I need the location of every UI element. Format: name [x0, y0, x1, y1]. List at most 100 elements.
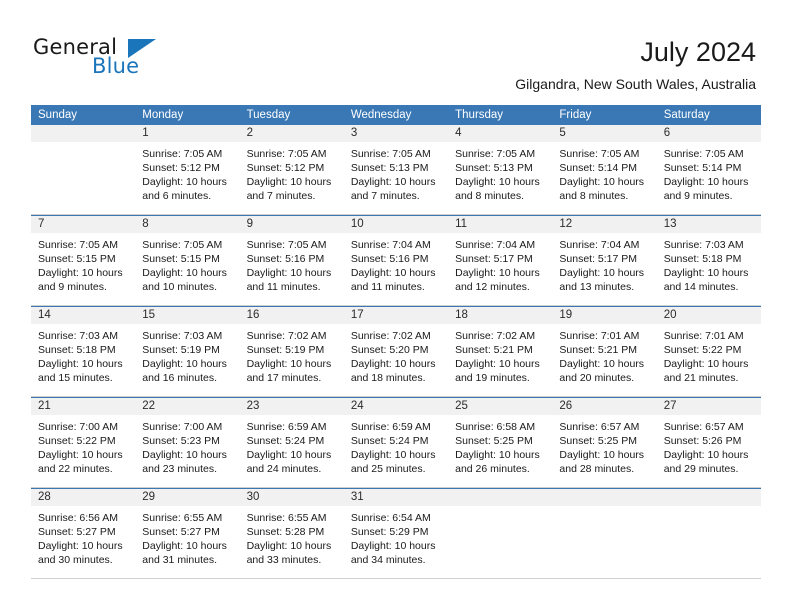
daylight-line: Daylight: 10 hours — [663, 358, 749, 370]
daylight-line-cont: and 29 minutes. — [663, 463, 739, 475]
daylight-line-cont: and 20 minutes. — [559, 372, 635, 384]
page-subtitle: Gilgandra, New South Wales, Australia — [515, 76, 756, 92]
sunrise-line: Sunrise: 6:56 AM — [38, 512, 118, 524]
calendar-day-cell[interactable]: 15 Sunrise: 7:03 AM Sunset: 5:19 PM Dayligh… — [135, 307, 240, 396]
page-title: July 2024 — [640, 37, 756, 67]
day-details: Sunrise: 7:05 AM Sunset: 5:12 PM Daylight:… — [240, 142, 344, 203]
calendar-day-cell[interactable]: 26 Sunrise: 6:57 AM Sunset: 5:25 PM Dayligh… — [552, 398, 657, 487]
calendar-day-cell[interactable]: 2 Sunrise: 7:05 AM Sunset: 5:12 PM Daylight… — [239, 125, 344, 214]
daylight-line-cont: and 33 minutes. — [246, 554, 322, 566]
calendar-week-row: 28 Sunrise: 6:56 AM Sunset: 5:27 PM Dayligh… — [31, 488, 761, 578]
calendar-day-cell[interactable]: 18 Sunrise: 7:02 AM Sunset: 5:21 PM Dayligh… — [448, 307, 553, 396]
calendar-day-cell[interactable]: 6 Sunrise: 7:05 AM Sunset: 5:14 PM Daylight… — [656, 125, 761, 214]
sunrise-line: Sunrise: 6:55 AM — [246, 512, 327, 524]
day-details: Sunrise: 6:58 AM Sunset: 5:25 PM Daylight:… — [448, 415, 552, 476]
day-number-band: 3 — [343, 125, 449, 142]
calendar-day-cell[interactable]: 12 Sunrise: 7:04 AM Sunset: 5:17 PM Dayligh… — [552, 216, 657, 305]
calendar-day-cell[interactable]: 7 Sunrise: 7:05 AM Sunset: 5:15 PM Daylight… — [31, 216, 136, 305]
day-number-band: 13 — [656, 216, 761, 233]
day-number: 5 — [559, 127, 566, 139]
sunrise-line: Sunrise: 7:05 AM — [350, 148, 431, 160]
day-number-band: 9 — [239, 216, 344, 233]
calendar-day-cell[interactable]: 27 Sunrise: 6:57 AM Sunset: 5:26 PM Dayligh… — [656, 398, 761, 487]
day-number-band: 28 — [31, 489, 136, 506]
daylight-line-cont: and 30 minutes. — [38, 554, 113, 566]
sunrise-line: Sunrise: 7:05 AM — [246, 239, 327, 251]
calendar-day-cell[interactable]: 19 Sunrise: 7:01 AM Sunset: 5:21 PM Dayligh… — [552, 307, 657, 396]
day-number-band: 26 — [552, 398, 657, 415]
calendar-day-cell[interactable]: 11 Sunrise: 7:04 AM Sunset: 5:17 PM Dayligh… — [448, 216, 553, 305]
calendar-day-cell-empty — [448, 489, 553, 578]
sunset-line: Sunset: 5:26 PM — [663, 435, 742, 447]
daylight-line-cont: and 15 minutes. — [38, 372, 113, 384]
daylight-line: Daylight: 10 hours — [663, 176, 749, 188]
daylight-line-cont: and 24 minutes. — [246, 463, 322, 475]
daylight-line: Daylight: 10 hours — [559, 358, 645, 370]
day-number-band — [656, 489, 761, 506]
day-number: 22 — [142, 400, 156, 412]
calendar-day-cell[interactable]: 30 Sunrise: 6:55 AM Sunset: 5:28 PM Dayligh… — [239, 489, 344, 578]
sunset-line: Sunset: 5:13 PM — [455, 162, 533, 174]
generalblue-logo[interactable]: General Blue — [33, 36, 173, 84]
calendar-day-cell[interactable]: 20 Sunrise: 7:01 AM Sunset: 5:22 PM Dayligh… — [656, 307, 761, 396]
sunset-line: Sunset: 5:24 PM — [350, 435, 429, 447]
day-number-band: 20 — [656, 307, 761, 324]
calendar-day-cell[interactable]: 24 Sunrise: 6:59 AM Sunset: 5:24 PM Dayligh… — [343, 398, 449, 487]
daylight-line: Daylight: 10 hours — [455, 358, 540, 370]
calendar-day-cell[interactable]: 28 Sunrise: 6:56 AM Sunset: 5:27 PM Dayligh… — [31, 489, 136, 578]
day-number: 4 — [455, 127, 462, 139]
calendar-day-cell[interactable]: 5 Sunrise: 7:05 AM Sunset: 5:14 PM Daylight… — [552, 125, 657, 214]
day-number: 2 — [246, 127, 253, 139]
sunset-line: Sunset: 5:21 PM — [559, 344, 638, 356]
daylight-line: Daylight: 10 hours — [142, 540, 227, 552]
calendar-day-cell[interactable]: 16 Sunrise: 7:02 AM Sunset: 5:19 PM Dayligh… — [239, 307, 344, 396]
sunset-line: Sunset: 5:25 PM — [455, 435, 533, 447]
day-details: Sunrise: 7:02 AM Sunset: 5:20 PM Daylight:… — [344, 324, 448, 385]
day-number-band — [31, 125, 136, 142]
calendar-day-cell[interactable]: 17 Sunrise: 7:02 AM Sunset: 5:20 PM Dayligh… — [343, 307, 449, 396]
weekday-header-thursday: Thursday — [455, 109, 504, 121]
calendar-day-cell[interactable]: 8 Sunrise: 7:05 AM Sunset: 5:15 PM Daylight… — [135, 216, 240, 305]
calendar-day-cell[interactable]: 1 Sunrise: 7:05 AM Sunset: 5:12 PM Daylight… — [135, 125, 240, 214]
daylight-line-cont: and 12 minutes. — [455, 281, 530, 293]
calendar-day-cell[interactable]: 9 Sunrise: 7:05 AM Sunset: 5:16 PM Daylight… — [239, 216, 344, 305]
daylight-line-cont: and 31 minutes. — [142, 554, 217, 566]
calendar-day-cell[interactable]: 14 Sunrise: 7:03 AM Sunset: 5:18 PM Dayligh… — [31, 307, 136, 396]
calendar-day-cell[interactable]: 29 Sunrise: 6:55 AM Sunset: 5:27 PM Dayligh… — [135, 489, 240, 578]
calendar-day-cell[interactable]: 21 Sunrise: 7:00 AM Sunset: 5:22 PM Dayligh… — [31, 398, 136, 487]
sunrise-line: Sunrise: 6:58 AM — [455, 421, 536, 433]
calendar-day-cell[interactable]: 31 Sunrise: 6:54 AM Sunset: 5:29 PM Dayligh… — [343, 489, 449, 578]
sunrise-line: Sunrise: 7:03 AM — [142, 330, 223, 342]
day-number-band: 2 — [239, 125, 344, 142]
day-details: Sunrise: 7:05 AM Sunset: 5:13 PM Daylight:… — [344, 142, 448, 203]
calendar-day-cell[interactable]: 13 Sunrise: 7:03 AM Sunset: 5:18 PM Dayligh… — [656, 216, 761, 305]
calendar-week-row: 7 Sunrise: 7:05 AM Sunset: 5:15 PM Daylight… — [31, 215, 761, 305]
sunrise-line: Sunrise: 6:55 AM — [142, 512, 223, 524]
daylight-line-cont: and 19 minutes. — [455, 372, 530, 384]
daylight-line: Daylight: 10 hours — [38, 358, 123, 370]
sunrise-line: Sunrise: 6:59 AM — [350, 421, 431, 433]
weekday-header-tuesday: Tuesday — [246, 109, 291, 121]
daylight-line: Daylight: 10 hours — [142, 358, 227, 370]
daylight-line-cont: and 9 minutes. — [38, 281, 107, 293]
day-details: Sunrise: 7:05 AM Sunset: 5:16 PM Daylight:… — [240, 233, 344, 294]
day-number: 26 — [559, 400, 573, 412]
day-number-band: 1 — [135, 125, 240, 142]
day-number-band: 30 — [239, 489, 344, 506]
calendar-day-cell[interactable]: 4 Sunrise: 7:05 AM Sunset: 5:13 PM Daylight… — [448, 125, 553, 214]
day-number-band: 31 — [343, 489, 449, 506]
sunrise-line: Sunrise: 7:05 AM — [559, 148, 640, 160]
sunrise-line: Sunrise: 7:05 AM — [246, 148, 327, 160]
day-number-band: 22 — [135, 398, 240, 415]
calendar-day-cell[interactable]: 10 Sunrise: 7:04 AM Sunset: 5:16 PM Dayligh… — [343, 216, 449, 305]
calendar-day-cell[interactable]: 22 Sunrise: 7:00 AM Sunset: 5:23 PM Dayligh… — [135, 398, 240, 487]
day-number-band: 5 — [552, 125, 657, 142]
calendar-week-row: 21 Sunrise: 7:00 AM Sunset: 5:22 PM Dayligh… — [31, 397, 761, 487]
calendar-day-cell[interactable]: 3 Sunrise: 7:05 AM Sunset: 5:13 PM Daylight… — [343, 125, 449, 214]
calendar-day-cell[interactable]: 23 Sunrise: 6:59 AM Sunset: 5:24 PM Dayligh… — [239, 398, 344, 487]
daylight-line: Daylight: 10 hours — [142, 176, 227, 188]
day-details: Sunrise: 7:05 AM Sunset: 5:13 PM Daylight:… — [448, 142, 552, 203]
calendar-day-cell[interactable]: 25 Sunrise: 6:58 AM Sunset: 5:25 PM Dayligh… — [448, 398, 553, 487]
day-number: 14 — [38, 309, 51, 321]
day-number-band: 21 — [31, 398, 136, 415]
